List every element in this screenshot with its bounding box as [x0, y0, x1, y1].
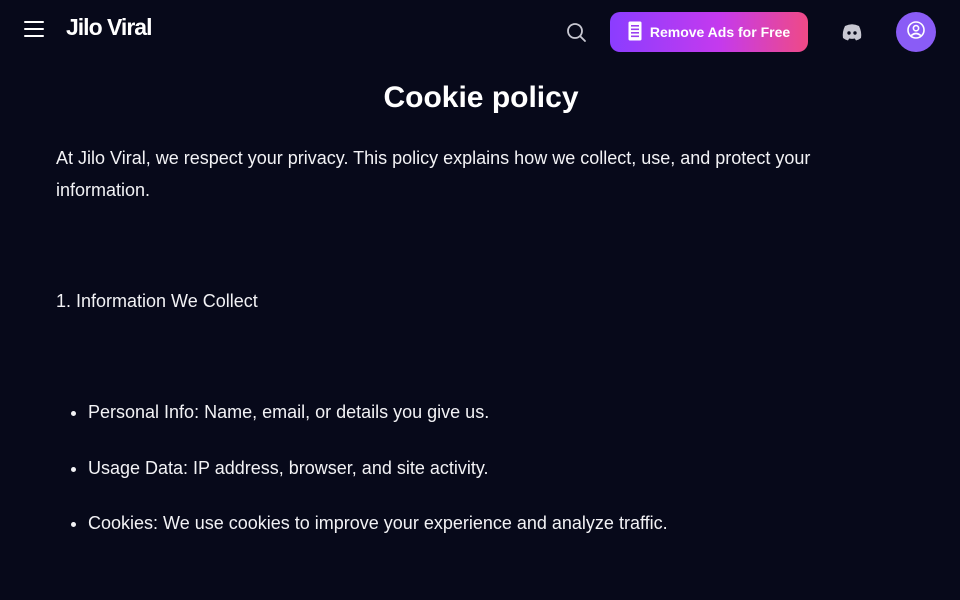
section-heading: 1. Information We Collect [56, 291, 258, 311]
user-circle-icon [906, 20, 926, 45]
info-list: Personal Info: Name, email, or details y… [56, 396, 906, 539]
main-content: Cookie policy At Jilo Viral, we respect … [56, 78, 906, 563]
top-navbar: Jilo Viral Remove Ads for Free [0, 0, 960, 60]
user-avatar-button[interactable] [896, 12, 936, 52]
list-item: Usage Data: IP address, browser, and sit… [88, 452, 906, 484]
list-item: Personal Info: Name, email, or details y… [88, 396, 906, 428]
remove-ads-button[interactable]: Remove Ads for Free [610, 12, 808, 52]
page-title: Cookie policy [383, 81, 579, 114]
remove-ads-label: Remove Ads for Free [649, 24, 791, 40]
site-logo[interactable]: Jilo Viral [66, 14, 152, 41]
search-icon[interactable] [565, 21, 587, 43]
list-item: Cookies: We use cookies to improve your … [88, 507, 906, 539]
document-icon [628, 21, 642, 44]
hamburger-menu-icon[interactable] [22, 18, 46, 40]
intro-paragraph: At Jilo Viral, we respect your privacy. … [56, 148, 811, 200]
discord-icon[interactable] [840, 21, 864, 43]
